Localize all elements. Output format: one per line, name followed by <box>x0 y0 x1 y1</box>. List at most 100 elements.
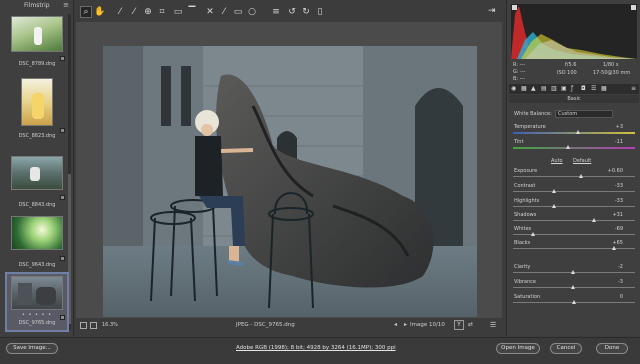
zoom-level-select[interactable]: 16.3% <box>100 321 132 330</box>
vibrance-slider[interactable]: Vibrance -3 <box>513 279 635 293</box>
spot-removal-icon[interactable]: ▔ <box>186 6 198 18</box>
slider-knob[interactable] <box>572 300 576 304</box>
filmstrip-item-selected[interactable]: • • • • • DSC_9765.dng <box>5 272 69 332</box>
slider-value[interactable]: 0 <box>620 294 623 300</box>
white-balance-icon[interactable]: ⁄ <box>114 6 126 18</box>
hand-icon[interactable]: ✋ <box>94 6 106 18</box>
save-image-button[interactable]: Save Image... <box>6 343 58 354</box>
trash-icon[interactable]: ▯ <box>314 6 326 18</box>
workflow-options-link[interactable]: Adobe RGB (1998); 8 bit; 4928 by 3264 (1… <box>236 345 396 351</box>
slider-knob[interactable] <box>552 189 557 193</box>
panel-menu-icon[interactable]: ≡ <box>631 85 636 92</box>
histogram <box>511 4 637 59</box>
slider-value[interactable]: -33 <box>615 198 623 204</box>
open-object-icon[interactable]: ⇥ <box>488 6 496 16</box>
adjustment-brush-icon[interactable]: ⁄ <box>218 6 230 18</box>
slider-track[interactable] <box>513 248 635 249</box>
slider-track[interactable] <box>513 191 635 192</box>
slider-knob[interactable] <box>570 270 575 274</box>
basic-tab-icon[interactable]: ◉ <box>511 85 516 92</box>
contrast-slider[interactable]: Contrast -33 <box>513 183 635 197</box>
lens-tab-icon[interactable]: ▣ <box>561 85 567 92</box>
preview-photo[interactable] <box>103 46 477 317</box>
preferences-icon[interactable]: ≡ <box>270 6 282 18</box>
open-image-button[interactable]: Open Image <box>496 343 540 354</box>
preview-settings-icon[interactable]: ☰ <box>490 321 500 329</box>
swap-settings-icon[interactable]: ⇄ <box>468 321 478 329</box>
slider-track[interactable] <box>513 176 635 177</box>
clarity-slider[interactable]: Clarity -2 <box>513 264 635 278</box>
thumbnail-name: DSC_8843.dng <box>18 202 56 208</box>
rotate-cw-icon[interactable]: ↻ <box>300 6 312 18</box>
collapse-icon[interactable]: ≡ <box>63 1 69 9</box>
slider-knob[interactable] <box>570 285 575 289</box>
slider-label: Highlights <box>514 198 540 204</box>
zoom-in-icon[interactable] <box>90 322 97 329</box>
whites-slider[interactable]: Whites -69 <box>513 226 635 240</box>
slider-track[interactable] <box>513 147 635 149</box>
hsl-tab-icon[interactable]: ▤ <box>541 85 547 92</box>
slider-value[interactable]: -69 <box>615 226 623 232</box>
before-after-toggle-button[interactable]: Y <box>454 320 464 330</box>
slider-knob[interactable] <box>591 218 596 222</box>
color-sampler-icon[interactable]: ⁄ <box>128 6 140 18</box>
blacks-slider[interactable]: Blacks +65 <box>513 240 635 254</box>
panel-tabs: ◉ ▦ ▲ ▤ ▥ ▣ ƒ ◘ ☰ ▦ ≡ <box>509 84 639 94</box>
slider-knob[interactable] <box>552 204 557 208</box>
slider-value[interactable]: +3 <box>616 124 623 130</box>
presets-tab-icon[interactable]: ☰ <box>591 85 596 92</box>
raw-badge-icon <box>60 256 65 261</box>
slider-knob[interactable] <box>612 246 617 250</box>
slider-value[interactable]: -11 <box>615 139 623 145</box>
auto-link[interactable]: Auto <box>551 158 563 164</box>
highlights-slider[interactable]: Highlights -33 <box>513 198 635 212</box>
slider-value[interactable]: -3 <box>618 279 623 285</box>
slider-track[interactable] <box>513 220 635 221</box>
graduated-filter-icon[interactable]: ▭ <box>232 6 244 18</box>
next-image-icon[interactable]: ▸ <box>402 321 409 329</box>
shadows-slider[interactable]: Shadows +31 <box>513 212 635 226</box>
filmstrip-item[interactable]: DSC_8789.dng <box>7 14 67 74</box>
target-adjust-icon[interactable]: ⊕ <box>142 6 154 18</box>
tint-slider[interactable]: Tint -11 <box>513 139 635 153</box>
temperature-slider[interactable]: Temperature +3 <box>513 124 635 138</box>
tone-curve-tab-icon[interactable]: ▦ <box>521 85 527 92</box>
filmstrip-panel: Filmstrip ≡ DSC_8789.dng DSC_8823.dng DS… <box>0 0 74 336</box>
scrollbar-thumb[interactable] <box>68 174 71 324</box>
slider-track[interactable] <box>513 206 635 207</box>
zoom-icon[interactable]: ⌕ <box>80 6 92 18</box>
slider-knob[interactable] <box>565 145 570 149</box>
slider-track[interactable] <box>513 132 635 134</box>
fx-tab-icon[interactable]: ƒ <box>571 85 573 92</box>
rotate-ccw-icon[interactable]: ↺ <box>286 6 298 18</box>
filmstrip-item[interactable]: DSC_9643.dng <box>7 212 67 272</box>
slider-value[interactable]: +31 <box>612 212 623 218</box>
done-button[interactable]: Done <box>596 343 628 354</box>
white-balance-select[interactable]: Custom <box>555 110 613 118</box>
previous-image-icon[interactable]: ◂ <box>392 321 399 329</box>
straighten-icon[interactable]: ▭ <box>172 6 184 18</box>
saturation-slider[interactable]: Saturation 0 <box>513 294 635 308</box>
red-eye-icon[interactable]: ✕ <box>204 6 216 18</box>
filmstrip-scrollbar[interactable] <box>68 14 71 330</box>
slider-knob[interactable] <box>575 130 580 134</box>
cancel-button[interactable]: Cancel <box>550 343 582 354</box>
filmstrip-item[interactable]: DSC_8843.dng <box>7 150 67 210</box>
default-link[interactable]: Default <box>573 158 591 164</box>
snapshots-tab-icon[interactable]: ▦ <box>601 85 607 92</box>
slider-value[interactable]: -2 <box>618 264 623 270</box>
camera-calibration-tab-icon[interactable]: ◘ <box>581 85 586 92</box>
filmstrip-item[interactable]: DSC_8823.dng <box>7 76 67 139</box>
slider-knob[interactable] <box>579 174 584 178</box>
slider-knob[interactable] <box>530 232 535 236</box>
slider-label: Exposure <box>514 168 538 174</box>
rating-stars[interactable]: • • • • • <box>7 312 67 318</box>
detail-tab-icon[interactable]: ▲ <box>531 85 536 92</box>
slider-value[interactable]: -33 <box>615 183 623 189</box>
crop-icon[interactable]: ⌗ <box>156 6 168 18</box>
zoom-out-icon[interactable] <box>80 322 87 329</box>
split-toning-tab-icon[interactable]: ▥ <box>551 85 557 92</box>
radial-filter-icon[interactable]: ○ <box>246 6 258 18</box>
exposure-slider[interactable]: Exposure +0.60 <box>513 168 635 182</box>
slider-value[interactable]: +0.60 <box>608 168 623 174</box>
